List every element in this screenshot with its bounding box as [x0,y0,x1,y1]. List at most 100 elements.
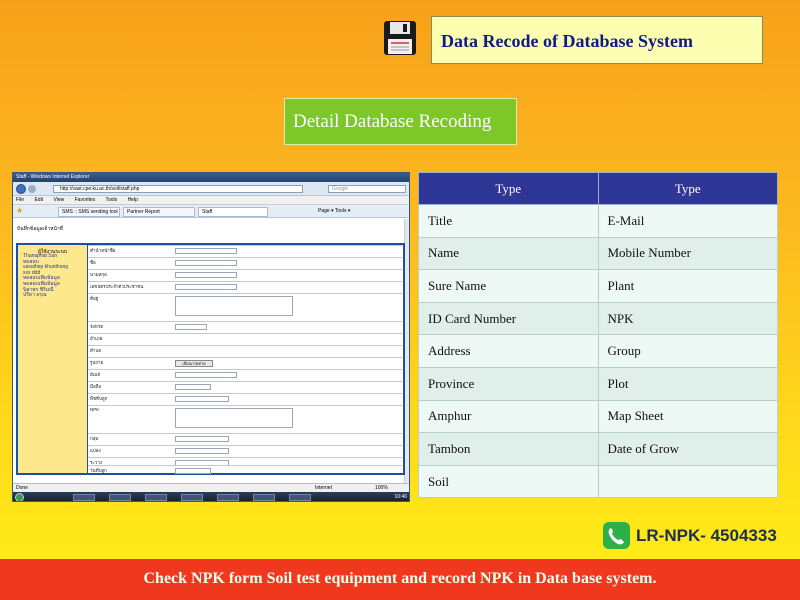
form-row: ที่อยู่ [88,293,402,319]
table-cell: Group [597,334,778,368]
tab-sms[interactable]: SMS :: SMS sending tool [58,207,120,217]
form-row: อีเมล์ [88,369,402,379]
table-row: Sure Name Plant [418,269,778,303]
form-row: พืชที่ปลูก [88,393,402,403]
form-row: จังหวัด [88,321,402,331]
table-cell [597,464,778,499]
menu-edit[interactable]: Edit [34,197,43,203]
staff-sidebar: ผู้ใช้งานระบบ Thanaphat Sun ทดสอบ vasuth… [18,245,88,473]
tab-staff[interactable]: Staff [198,207,268,217]
table-row: Name Mobile Number [418,236,778,271]
menu-favorites[interactable]: Favorites [75,197,96,203]
text-field[interactable] [175,248,237,254]
table-cell: Address [418,334,599,368]
form-row: ตำบล [88,345,402,355]
table-cell: Date of Grow [597,432,778,466]
form-row: คำนำหน้าชื่อ [88,245,402,255]
form-row: อำเภอ [88,333,402,343]
taskbar-clock: 10:46 [394,494,407,500]
form-label: เลขบัตรประจำตัวประชาชน [90,284,144,289]
browser-screenshot: Staff - Windows Internet Explorer http:/… [12,172,410,502]
text-field[interactable] [175,260,237,266]
forward-icon[interactable] [28,185,36,193]
tab-partner-report[interactable]: Partner Report [123,207,195,217]
select-field[interactable] [175,324,207,330]
form-row: ระวาง [88,457,402,466]
form-label: ที่อยู่ [90,296,99,301]
form-row: มือถือ [88,381,402,391]
status-bar: Done Internet 100% [13,483,409,492]
npk-textarea[interactable] [175,408,293,428]
table-header-row: Type Type [418,172,778,205]
column-header: Type [418,172,599,205]
table-cell: Tambon [418,432,599,466]
taskbar-item[interactable] [145,494,167,501]
contact-label: LR-NPK- 4504333 [636,526,777,545]
page-heading: บันทึกข้อมูลเจ้าหน้าที่ [17,226,63,232]
table-cell: Province [418,366,599,401]
email-field[interactable] [175,372,237,378]
column-header: Type [597,172,778,205]
table-cell: ID Card Number [418,301,599,336]
group-field[interactable] [175,436,229,442]
menu-tools[interactable]: Tools [105,197,117,203]
taskbar-item[interactable] [217,494,239,501]
field-type-table: Type Type Title E-Mail Name Mobile Number … [418,172,778,499]
table-cell: Name [418,236,599,271]
menu-view[interactable]: View [53,197,64,203]
table-cell: NPK [597,301,778,336]
footer-banner: Check NPK form Soil test equipment and r… [0,559,800,600]
form-label: อีเมล์ [90,372,100,377]
form-label: พืชที่ปลูก [90,396,108,401]
table-row: Soil [418,464,778,499]
form-row: NPK [88,405,402,431]
plot-field[interactable] [175,448,229,454]
form-row: เลขบัตรประจำตัวประชาชน [88,281,402,291]
table-row: ID Card Number NPK [418,301,778,336]
search-input[interactable]: Google [328,185,406,193]
menu-file[interactable]: File [16,197,24,203]
taskbar-item[interactable] [181,494,203,501]
form-row: นามสกุล [88,269,402,279]
form-row: แปลง [88,445,402,455]
start-button[interactable] [15,493,24,501]
url-field[interactable]: http://vast.cpe.ku.ac.th/soil/staff.php [53,185,303,193]
textarea-field[interactable] [175,296,293,316]
form-label: มือถือ [90,384,102,389]
form-label: ตำบล [90,348,102,353]
form-fields: คำนำหน้าชื่อ ชื่อ นามสกุล เลขบัตรประจำตั… [88,245,402,474]
taskbar-item[interactable] [289,494,311,501]
back-icon[interactable] [16,184,26,194]
form-label: รูปถ่าย [90,360,104,365]
favorites-star-icon[interactable]: ★ [16,207,23,215]
taskbar: 10:46 [13,492,409,501]
form-label: อำเภอ [90,336,103,341]
tab-bar: ★ SMS :: SMS sending tool Partner Report… [13,205,409,218]
table-row: Amphur Map Sheet [418,399,778,434]
taskbar-item[interactable] [73,494,95,501]
text-field[interactable] [175,272,237,278]
form-label: นามสกุล [90,272,107,277]
table-row: Title E-Mail [418,204,778,238]
plant-field[interactable] [175,396,229,402]
text-field[interactable] [175,284,237,290]
table-cell: Sure Name [418,269,599,303]
table-cell: Soil [418,464,599,499]
table-cell: Plant [597,269,778,303]
menu-bar: File Edit View Favorites Tools Help [13,196,409,205]
form-row: วันที่ปลูก [88,465,402,474]
browser-page: บันทึกข้อมูลเจ้าหน้าที่ ผู้ใช้งานระบบ Th… [13,219,409,483]
sidebar-item[interactable]: ปรีดา อรุณ [18,293,87,299]
browser-toolbar[interactable]: Page ▾ Tools ▾ [318,207,350,216]
table-row: Address Group [418,334,778,368]
mobile-field[interactable] [175,384,211,390]
taskbar-item[interactable] [109,494,131,501]
form-label: แปลง [90,448,101,453]
table-cell: Mobile Number [597,236,778,271]
table-cell: Map Sheet [597,399,778,434]
status-done: Done [16,485,28,491]
menu-help[interactable]: Help [128,197,138,203]
upload-photo-button[interactable]: เลือกภาพถ่าย [175,360,213,367]
date-field[interactable] [175,468,211,474]
taskbar-item[interactable] [253,494,275,501]
